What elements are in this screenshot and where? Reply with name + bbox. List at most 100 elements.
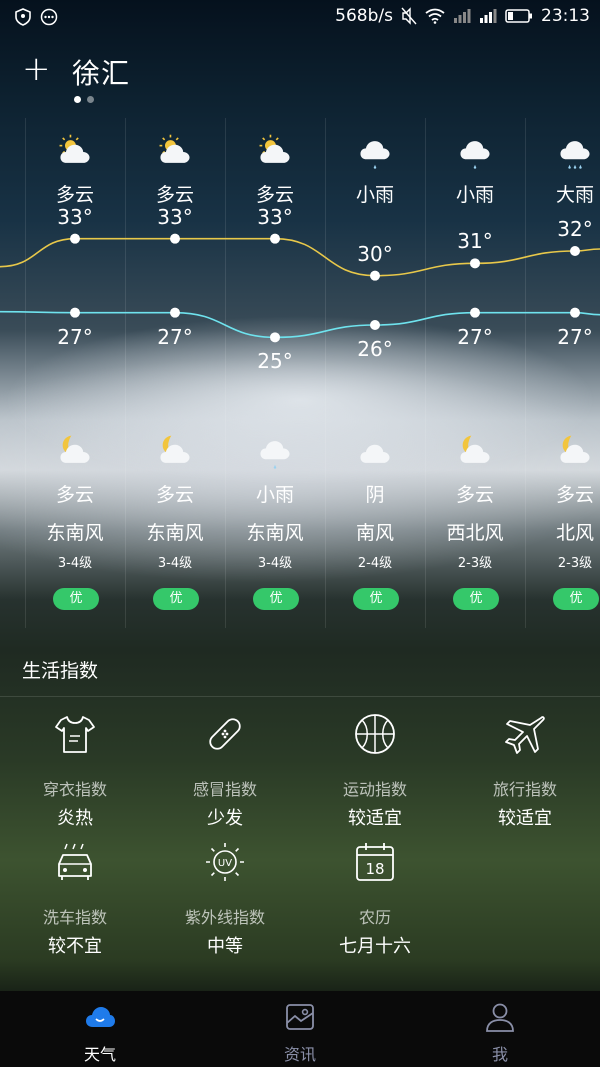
index-label: 洗车指数 bbox=[42, 908, 107, 927]
mute-icon bbox=[401, 7, 417, 25]
signal-icon-sim1 bbox=[454, 9, 471, 23]
high-temp-point bbox=[570, 246, 580, 256]
person-icon bbox=[486, 1003, 514, 1032]
calendar-icon: 18 bbox=[356, 843, 394, 881]
index-travel[interactable]: 旅行指数 较适宜 bbox=[450, 712, 600, 830]
net-speed: 568b/s bbox=[335, 6, 393, 26]
calendar-day-number: 18 bbox=[365, 860, 384, 878]
partly-cloudy-moon-icon bbox=[60, 435, 90, 463]
low-temp: 27° bbox=[57, 324, 93, 349]
index-label: 运动指数 bbox=[342, 780, 407, 799]
low-temp: 27° bbox=[557, 324, 593, 349]
cloud-weather-icon bbox=[86, 1007, 115, 1027]
page-indicator bbox=[74, 96, 94, 103]
tab-weather[interactable]: 天气 bbox=[0, 991, 200, 1067]
high-temp: 32° bbox=[557, 217, 593, 241]
index-label: 感冒指数 bbox=[192, 780, 257, 799]
high-temp-point bbox=[370, 270, 380, 281]
air-quality-badge: 优 bbox=[353, 588, 399, 610]
index-label: 穿衣指数 bbox=[42, 780, 107, 799]
wind-direction: 东南风 bbox=[246, 522, 304, 544]
wind-direction: 南风 bbox=[355, 522, 394, 544]
air-quality-badge: 优 bbox=[153, 588, 199, 610]
wind-level: 2-3级 bbox=[457, 556, 493, 571]
wind-level: 3-4级 bbox=[257, 556, 293, 571]
low-temp-point bbox=[570, 307, 580, 318]
page-dot bbox=[87, 96, 94, 103]
partly-cloudy-moon-icon bbox=[460, 435, 490, 463]
high-temp: 30° bbox=[357, 241, 393, 266]
index-value: 较适宜 bbox=[348, 808, 402, 829]
airplane-icon bbox=[505, 716, 545, 754]
low-temp-point bbox=[370, 320, 380, 330]
low-temp: 25° bbox=[257, 349, 293, 374]
partly-cloudy-sun-icon bbox=[159, 134, 190, 163]
night-condition: 多云 bbox=[555, 484, 594, 506]
night-condition: 小雨 bbox=[255, 484, 294, 506]
high-temp: 31° bbox=[457, 229, 493, 254]
night-condition: 多云 bbox=[155, 484, 194, 506]
tshirt-icon bbox=[55, 716, 95, 753]
forecast-panel[interactable]: 多云 33° 27° 多云 东南风 3-4级优多云 33° 27° 多云 东南风 3-4级优多云 33… bbox=[0, 118, 600, 628]
tab-news[interactable]: 资讯 bbox=[200, 991, 400, 1067]
night-condition: 阴 bbox=[365, 484, 385, 506]
low-temp: 27° bbox=[157, 324, 193, 349]
light-rain-icon bbox=[460, 141, 490, 169]
day-condition: 多云 bbox=[155, 184, 194, 206]
index-label: 紫外线指数 bbox=[184, 908, 265, 927]
high-temp-point bbox=[70, 233, 80, 244]
index-cold[interactable]: 感冒指数 少发 bbox=[150, 712, 300, 830]
high-temp: 33° bbox=[57, 204, 93, 229]
day-condition: 小雨 bbox=[455, 184, 494, 206]
index-lunar-calendar[interactable]: 18 农历 七月十六 bbox=[300, 840, 450, 958]
index-uv[interactable]: UV 紫外线指数 中等 bbox=[150, 840, 300, 958]
air-quality-badge: 优 bbox=[253, 588, 299, 610]
index-value: 炎热 bbox=[57, 808, 93, 829]
night-condition: 多云 bbox=[455, 484, 494, 506]
life-index-title: 生活指数 bbox=[22, 660, 99, 682]
high-temp: 33° bbox=[257, 204, 293, 229]
low-temp: 27° bbox=[457, 324, 493, 349]
index-label: 旅行指数 bbox=[492, 780, 557, 799]
high-temp: 33° bbox=[157, 204, 193, 229]
wind-direction: 北风 bbox=[555, 522, 594, 544]
tab-label: 我 bbox=[491, 1045, 508, 1064]
index-value: 七月十六 bbox=[339, 936, 411, 957]
day-condition: 大雨 bbox=[555, 184, 594, 206]
low-temp-point bbox=[270, 332, 280, 343]
car-wash-icon bbox=[58, 843, 92, 880]
wifi-icon bbox=[425, 8, 445, 24]
day-condition: 小雨 bbox=[355, 184, 394, 206]
index-car-wash[interactable]: 洗车指数 较不宜 bbox=[0, 840, 150, 958]
status-bar: 568b/s 23:13 bbox=[0, 0, 600, 36]
bandage-icon bbox=[209, 718, 241, 750]
wind-direction: 西北风 bbox=[446, 522, 504, 544]
page-dot-active bbox=[74, 96, 81, 103]
wind-level: 2-3级 bbox=[557, 556, 593, 571]
index-clothing[interactable]: 穿衣指数 炎热 bbox=[0, 712, 150, 830]
city-name[interactable]: 徐汇 bbox=[72, 52, 130, 92]
uv-sun-icon: UV bbox=[206, 843, 244, 881]
shield-icon bbox=[15, 8, 31, 26]
light-rain-icon bbox=[260, 441, 290, 469]
tab-me[interactable]: 我 bbox=[400, 991, 600, 1067]
high-temp-point bbox=[170, 233, 180, 244]
tab-label: 资讯 bbox=[283, 1045, 316, 1064]
battery-icon bbox=[505, 9, 532, 23]
air-quality-badge: 优 bbox=[53, 588, 99, 610]
signal-icon-sim2 bbox=[480, 9, 497, 23]
divider bbox=[0, 696, 600, 697]
night-condition: 多云 bbox=[55, 484, 94, 506]
wind-direction: 东南风 bbox=[146, 522, 204, 544]
low-temp-point bbox=[170, 307, 180, 318]
basketball-icon bbox=[355, 714, 395, 754]
add-city-button[interactable]: + bbox=[22, 52, 52, 86]
heavy-rain-icon bbox=[560, 141, 590, 169]
index-sport[interactable]: 运动指数 较适宜 bbox=[300, 712, 450, 830]
header: + 徐汇 bbox=[0, 40, 600, 110]
more-dots-icon bbox=[40, 8, 58, 26]
wind-direction: 东南风 bbox=[46, 522, 104, 544]
partly-cloudy-moon-icon bbox=[160, 435, 190, 463]
index-value: 少发 bbox=[207, 808, 243, 829]
picture-icon bbox=[286, 1004, 314, 1030]
